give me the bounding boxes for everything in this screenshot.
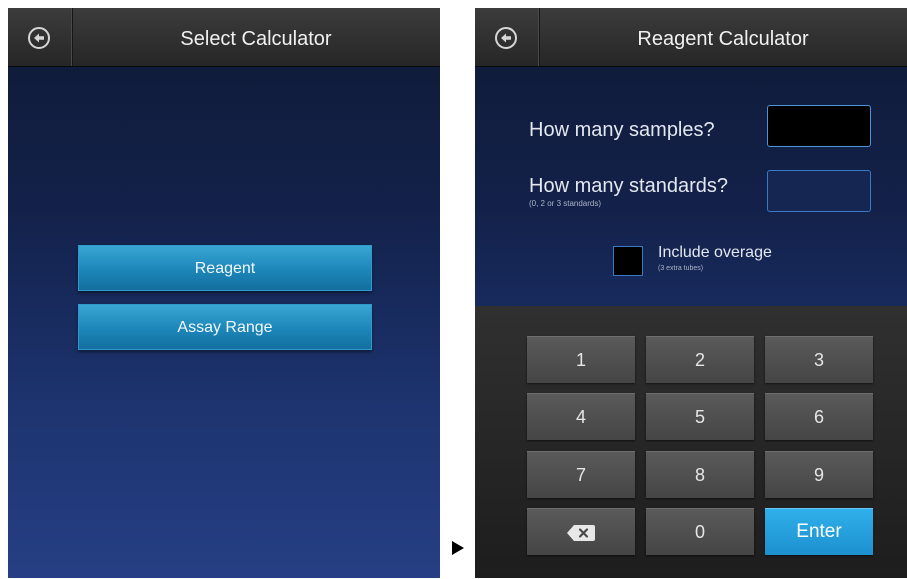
standards-label: How many standards?: [529, 175, 728, 197]
backspace-icon: [567, 525, 595, 541]
overage-label: Include overage: [658, 244, 772, 261]
key-3[interactable]: 3: [765, 336, 873, 383]
key-6[interactable]: 6: [765, 393, 873, 440]
key-7[interactable]: 7: [527, 451, 635, 498]
backspace-key[interactable]: [527, 508, 635, 555]
enter-button[interactable]: Enter: [765, 508, 873, 555]
samples-input[interactable]: [767, 105, 871, 147]
next-step-arrow-icon: [452, 541, 464, 555]
back-button[interactable]: [475, 8, 540, 66]
reagent-button[interactable]: Reagent: [78, 245, 372, 291]
title-bar: Select Calculator: [8, 8, 440, 67]
select-calculator-screen: Select Calculator Reagent Assay Range: [8, 8, 440, 578]
numeric-keypad: 1 2 3 4 5 6 7 8 9 0 Enter: [475, 306, 907, 578]
key-8[interactable]: 8: [646, 451, 754, 498]
page-title: Reagent Calculator: [637, 28, 809, 50]
reagent-calculator-screen: Reagent Calculator How many samples? How…: [475, 8, 907, 578]
key-4[interactable]: 4: [527, 393, 635, 440]
overage-hint: (3 extra tubes): [658, 265, 704, 272]
standards-hint: (0, 2 or 3 standards): [529, 199, 602, 208]
title-bar: Reagent Calculator: [475, 8, 907, 67]
key-2[interactable]: 2: [646, 336, 754, 383]
samples-label: How many samples?: [529, 119, 715, 141]
standards-input[interactable]: [767, 170, 871, 212]
back-arrow-icon: [28, 27, 50, 49]
page-title: Select Calculator: [180, 28, 332, 50]
key-9[interactable]: 9: [765, 451, 873, 498]
back-button[interactable]: [8, 8, 73, 66]
key-0[interactable]: 0: [646, 508, 754, 555]
key-5[interactable]: 5: [646, 393, 754, 440]
key-1[interactable]: 1: [527, 336, 635, 383]
assay-range-button[interactable]: Assay Range: [78, 304, 372, 350]
overage-checkbox[interactable]: [613, 246, 643, 276]
back-arrow-icon: [495, 27, 517, 49]
